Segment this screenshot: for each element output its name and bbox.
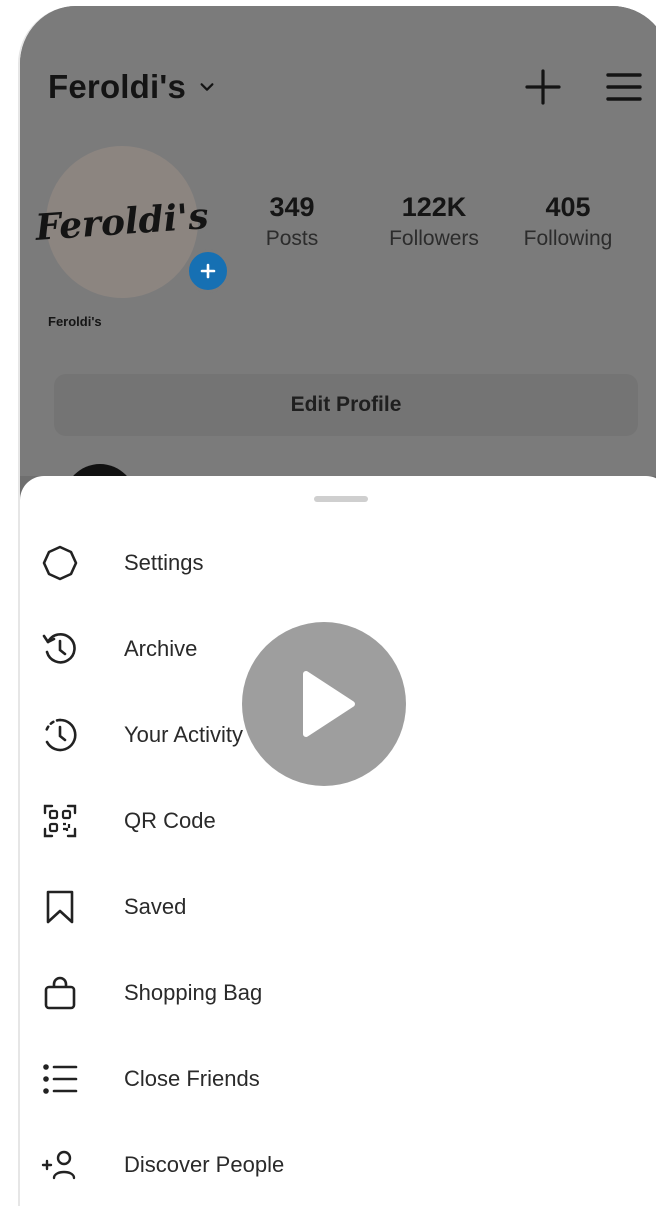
stat-value: 405 bbox=[545, 192, 591, 222]
plus-icon[interactable] bbox=[524, 68, 562, 106]
menu-item-label: Archive bbox=[124, 636, 198, 661]
gear-icon bbox=[40, 543, 80, 583]
menu-item-qr-code[interactable]: QR Code bbox=[20, 778, 656, 864]
menu-item-label: QR Code bbox=[124, 808, 216, 833]
edit-profile-button[interactable]: Edit Profile bbox=[54, 374, 638, 436]
stat-value: 122K bbox=[401, 192, 467, 222]
play-icon bbox=[303, 671, 355, 737]
archive-history-icon bbox=[40, 629, 80, 669]
close-friends-list-icon bbox=[40, 1059, 80, 1099]
menu-item-label: Saved bbox=[124, 894, 187, 919]
top-actions bbox=[524, 68, 642, 106]
profile-handle: Feroldi's bbox=[48, 314, 102, 329]
avatar-logo: Feroldi's bbox=[34, 140, 210, 304]
menu-item-settings[interactable]: Settings bbox=[20, 520, 656, 606]
stat-following[interactable]: 405 Following bbox=[510, 192, 626, 251]
chevron-down-icon bbox=[200, 83, 214, 91]
profile-stats: 349 Posts 122K Followers 405 Following bbox=[258, 192, 626, 251]
shopping-bag-icon bbox=[40, 973, 80, 1013]
stat-label: Followers bbox=[389, 227, 479, 250]
menu-item-label: Your Activity bbox=[124, 722, 244, 747]
menu-item-shopping-bag[interactable]: Shopping Bag bbox=[20, 950, 656, 1036]
menu-item-label: Discover People bbox=[124, 1152, 285, 1177]
stat-label: Posts bbox=[265, 227, 319, 250]
menu-item-discover-people[interactable]: Discover People bbox=[20, 1122, 656, 1206]
phone-frame: Feroldi's Feroldi's Feroldi's 349 Posts … bbox=[18, 6, 656, 1206]
bookmark-icon bbox=[40, 887, 80, 927]
activity-clock-icon bbox=[40, 715, 80, 755]
add-person-icon bbox=[40, 1145, 80, 1185]
menu-item-label: Shopping Bag bbox=[124, 980, 263, 1005]
account-name: Feroldi's bbox=[48, 68, 187, 105]
profile-header: Feroldi's Feroldi's Feroldi's 349 Posts … bbox=[20, 6, 656, 536]
menu-item-close-friends[interactable]: Close Friends bbox=[20, 1036, 656, 1122]
account-switcher[interactable]: Feroldi's bbox=[48, 68, 216, 106]
stat-value: 349 bbox=[269, 192, 315, 222]
stat-label: Following bbox=[523, 227, 613, 250]
menu-item-label: Close Friends bbox=[124, 1066, 260, 1091]
menu-item-saved[interactable]: Saved bbox=[20, 864, 656, 950]
menu-item-label: Settings bbox=[124, 550, 204, 575]
menu-bottom-sheet: Settings Archive Your Activity QR Code S… bbox=[20, 476, 656, 1206]
qr-code-icon bbox=[40, 801, 80, 841]
add-story-badge[interactable] bbox=[186, 249, 230, 293]
stat-followers[interactable]: 122K Followers bbox=[366, 192, 502, 251]
profile-avatar[interactable]: Feroldi's bbox=[34, 140, 230, 306]
plus-small-icon bbox=[200, 263, 216, 279]
menu-hamburger-icon[interactable] bbox=[606, 71, 642, 103]
video-play-button[interactable] bbox=[242, 622, 406, 786]
stat-posts[interactable]: 349 Posts bbox=[258, 192, 326, 251]
sheet-grabber[interactable] bbox=[314, 496, 368, 502]
